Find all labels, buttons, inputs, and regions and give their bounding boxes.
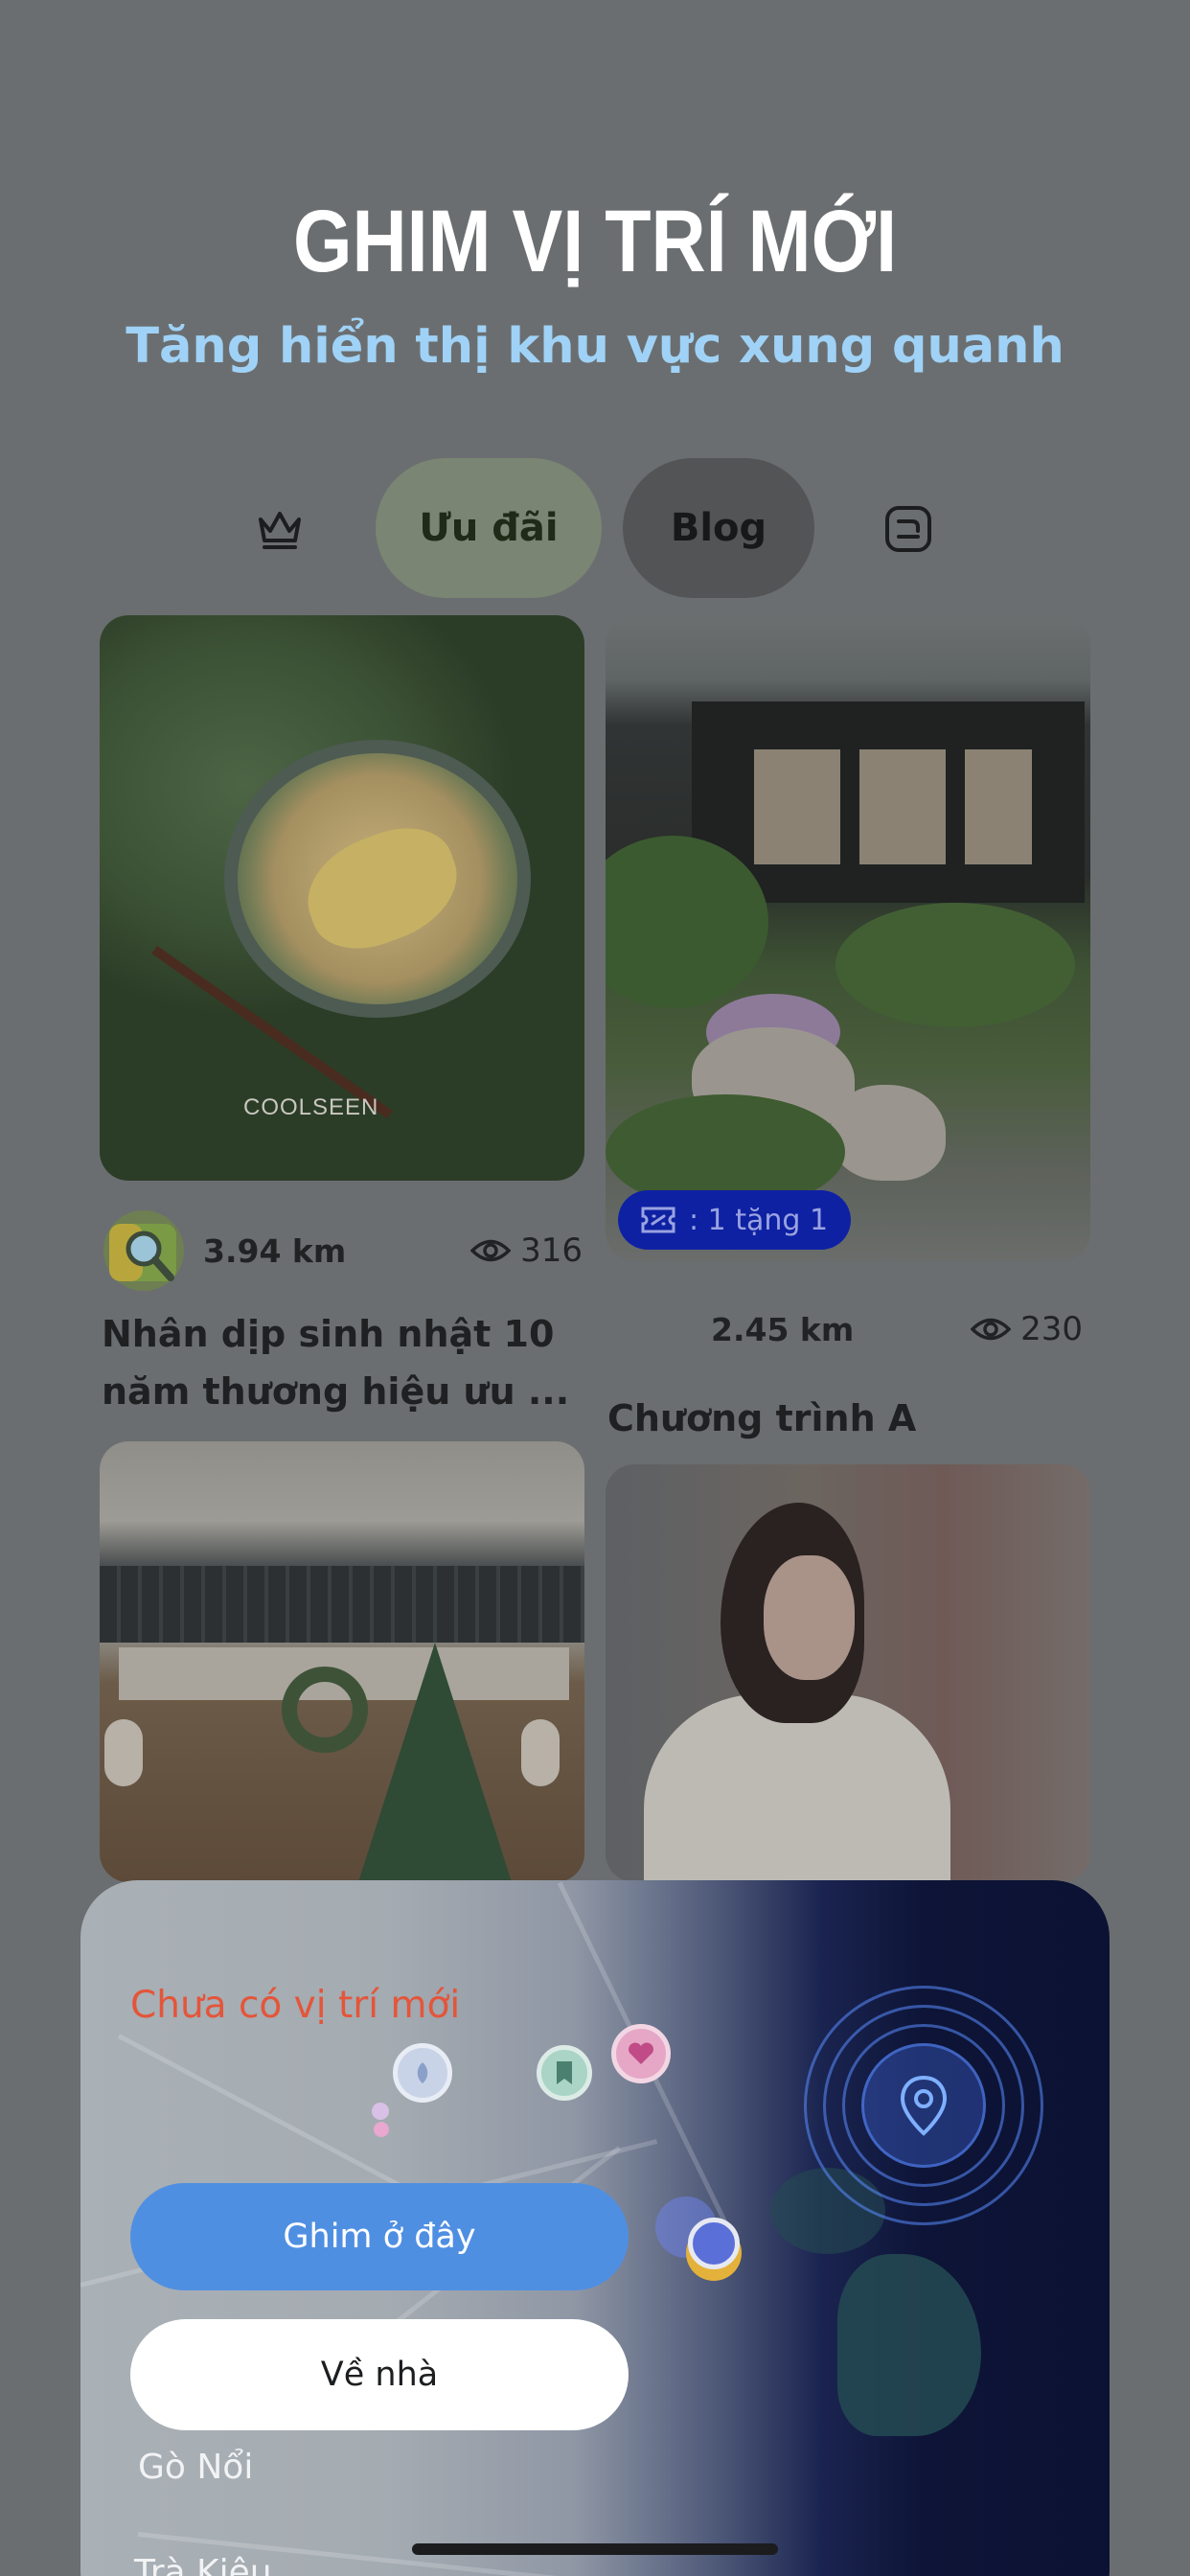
map-place-label: Trà Kiệu xyxy=(134,2553,272,2576)
view-count-value: 230 xyxy=(1020,1310,1083,1348)
page-subtitle: Tăng hiển thị khu vực xung quanh xyxy=(126,318,1064,375)
map-landmass xyxy=(837,2254,981,2436)
map-pin-favorite[interactable] xyxy=(611,2024,671,2083)
roof-shape xyxy=(100,1566,584,1643)
promo-label: : 1 tặng 1 xyxy=(689,1203,829,1237)
card-title-line: Nhân dịp sinh nhật 10 xyxy=(102,1313,555,1355)
view-count: 316 xyxy=(470,1231,583,1270)
home-indicator[interactable] xyxy=(412,2543,778,2555)
pin-here-button[interactable]: Ghim ở đây xyxy=(130,2183,629,2290)
rock-shape xyxy=(831,1085,946,1181)
christmas-tree-shape xyxy=(358,1643,512,1882)
distance-label: 2.45 km xyxy=(711,1310,855,1348)
tab-blogger[interactable] xyxy=(878,498,939,560)
eye-icon xyxy=(470,1239,512,1262)
blogger-icon xyxy=(885,506,931,552)
go-home-button[interactable]: Về nhà xyxy=(130,2319,629,2430)
bookmark-icon xyxy=(557,2061,572,2084)
view-count-value: 316 xyxy=(520,1231,583,1270)
bush-shape xyxy=(835,903,1075,1027)
pin-location-sheet: Chưa có vị trí mới Ghim ở đây Về nhà Gò … xyxy=(80,1880,1110,2576)
tab-uu-dai[interactable]: Ưu đãi xyxy=(376,458,602,598)
location-pin-icon xyxy=(900,2075,948,2136)
card-meta-row: 2.45 km 230 xyxy=(711,1296,1083,1363)
tab-premium[interactable] xyxy=(249,498,310,560)
map-pin-beauty[interactable] xyxy=(393,2043,452,2103)
current-location-marker xyxy=(688,2218,740,2269)
ticket-icon xyxy=(641,1207,675,1233)
heart-icon xyxy=(629,2042,653,2064)
face-shape xyxy=(764,1555,855,1680)
brand-logo-icon xyxy=(103,1210,184,1291)
location-radar xyxy=(804,1986,1043,2225)
map-dot xyxy=(374,2122,389,2137)
map-place-label: Gò Nổi xyxy=(138,2448,254,2487)
promo-badge: : 1 tặng 1 xyxy=(618,1190,852,1250)
window-shape xyxy=(965,749,1032,864)
wreath-shape xyxy=(282,1667,368,1753)
card-title-line: năm thương hiệu ưu ... xyxy=(102,1370,570,1413)
card-image-garden-house[interactable] xyxy=(606,615,1090,1261)
card-image-noodle-dish[interactable]: COOLSEEN xyxy=(100,615,584,1181)
page-title: GHIM VỊ TRÍ MỚI xyxy=(292,193,898,290)
lantern-shape xyxy=(521,1719,560,1786)
card-image-japanese-restaurant[interactable] xyxy=(100,1441,584,1882)
image-watermark: COOLSEEN xyxy=(243,1094,379,1120)
window-shape xyxy=(754,749,840,864)
magnifier-icon xyxy=(109,1224,176,1281)
map-dot xyxy=(372,2103,389,2120)
map-pin-bookmark[interactable] xyxy=(537,2045,592,2101)
eye-icon xyxy=(971,1318,1012,1341)
card-image-girl-portrait[interactable] xyxy=(606,1464,1090,1882)
distance-label: 3.94 km xyxy=(203,1231,347,1270)
tab-bar: Ưu đãi Blog xyxy=(0,458,1190,598)
tab-blog[interactable]: Blog xyxy=(623,458,814,598)
card-title[interactable]: Nhân dịp sinh nhật 10 năm thương hiệu ưu… xyxy=(102,1305,600,1420)
spa-icon xyxy=(417,2062,428,2083)
card-meta-row: 3.94 km 316 xyxy=(103,1210,583,1291)
no-location-warning: Chưa có vị trí mới xyxy=(130,1984,461,2027)
lantern-shape xyxy=(104,1719,143,1786)
window-shape xyxy=(859,749,946,864)
screen: GHIM VỊ TRÍ MỚI Tăng hiển thị khu vực xu… xyxy=(0,0,1190,2576)
crown-icon xyxy=(259,512,301,549)
card-title[interactable]: Chương trình A xyxy=(607,1390,1087,1447)
view-count: 230 xyxy=(971,1310,1083,1348)
